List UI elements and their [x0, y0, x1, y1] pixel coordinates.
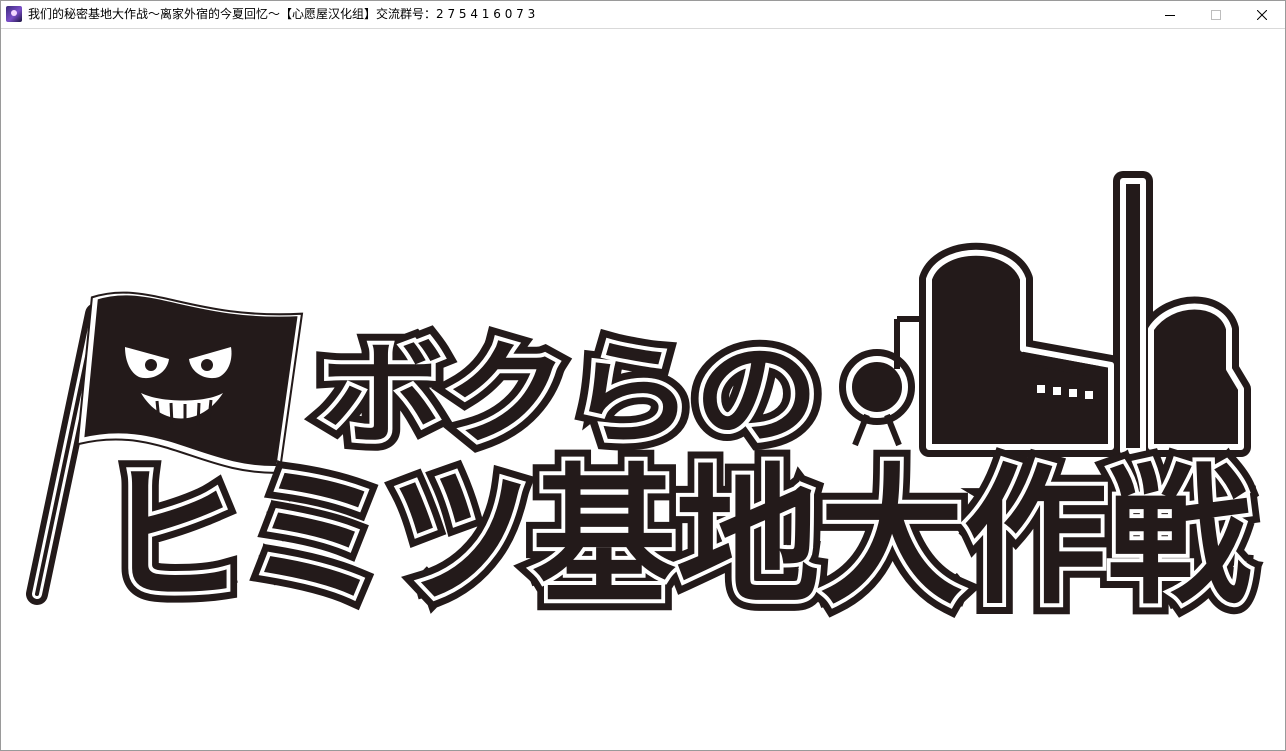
title-bar[interactable]: 我们的秘密基地大作战～离家外宿的今夏回忆～【心愿屋汉化组】交流群号：2 7 5 … [1, 1, 1285, 29]
close-icon [1257, 9, 1267, 20]
game-canvas[interactable]: ボクらの ボクらの ヒミツ基地大作戦 ヒミツ基地大作戦 [1, 29, 1285, 750]
logo-line-2-inner: ヒミツ基地大作戦 [101, 451, 1251, 625]
minimize-icon [1165, 14, 1175, 16]
logo-line-1-inner: ボクらの [319, 330, 819, 460]
app-icon[interactable] [6, 6, 22, 22]
minimize-button[interactable] [1147, 1, 1193, 28]
window-title: 我们的秘密基地大作战～离家外宿的今夏回忆～【心愿屋汉化组】交流群号：2 7 5 … [28, 7, 536, 21]
maximize-icon [1211, 9, 1221, 20]
maximize-button[interactable] [1193, 1, 1239, 28]
grinning-flag-icon [76, 289, 304, 474]
factory-icon [839, 171, 1251, 461]
close-button[interactable] [1239, 1, 1285, 28]
game-window: 我们的秘密基地大作战～离家外宿的今夏回忆～【心愿屋汉化组】交流群号：2 7 5 … [0, 0, 1286, 751]
title-logo: ボクらの ボクらの ヒミツ基地大作戦 ヒミツ基地大作戦 [26, 171, 1262, 636]
